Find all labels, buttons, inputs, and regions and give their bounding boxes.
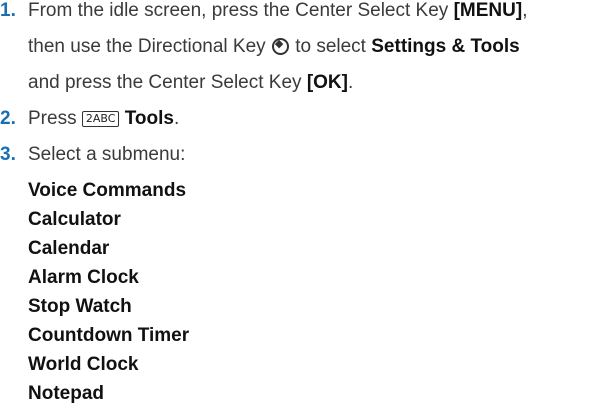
submenu-item: Voice Commands xyxy=(28,180,187,201)
step-2: 2. xyxy=(0,108,28,130)
step-number: 3. xyxy=(0,144,16,165)
submenu-item: Stop Watch xyxy=(28,296,132,317)
settings-tools-label: Settings & Tools xyxy=(371,36,520,57)
step-1-line-3: and press the Center Select Key [OK]. xyxy=(28,72,354,93)
menu-key-label: [MENU] xyxy=(453,0,523,21)
tools-label: Tools xyxy=(124,108,174,129)
step-number: 2. xyxy=(0,108,16,129)
submenu-item: Alarm Clock xyxy=(28,267,139,288)
step-3: 3. xyxy=(0,144,28,166)
submenu-item: Countdown Timer xyxy=(28,325,190,346)
step-2-line: Press 2ABC Tools. xyxy=(28,108,180,129)
submenu-item: Notepad xyxy=(28,383,104,404)
step-1-line-1: From the idle screen, press the Center S… xyxy=(28,0,528,21)
key-2abc-icon: 2ABC xyxy=(81,111,120,127)
step-number: 1. xyxy=(0,0,16,21)
step-3-line: Select a submenu: xyxy=(28,144,186,165)
submenu-item: Calculator xyxy=(28,209,121,230)
step-1: 1. xyxy=(0,0,28,22)
ok-key-label: [OK] xyxy=(306,72,348,93)
step-1-line-2: then use the Directional Key to select S… xyxy=(28,36,520,58)
directional-key-icon xyxy=(271,37,289,55)
submenu-item: Calendar xyxy=(28,238,110,259)
submenu-item: World Clock xyxy=(28,354,139,375)
